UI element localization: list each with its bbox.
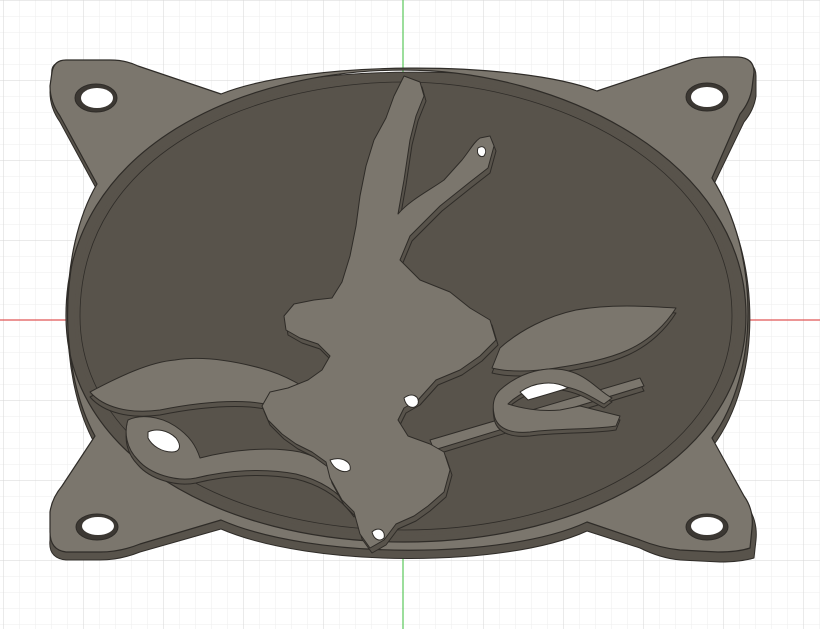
mounting-hole-bottom-left	[75, 513, 119, 541]
3d-viewport-canvas[interactable]	[0, 0, 820, 629]
mounting-hole-top-left	[74, 83, 118, 113]
mounting-hole-top-right	[685, 82, 729, 112]
mounting-hole-bottom-right	[685, 513, 729, 541]
fan-grill-model[interactable]	[49, 56, 757, 563]
